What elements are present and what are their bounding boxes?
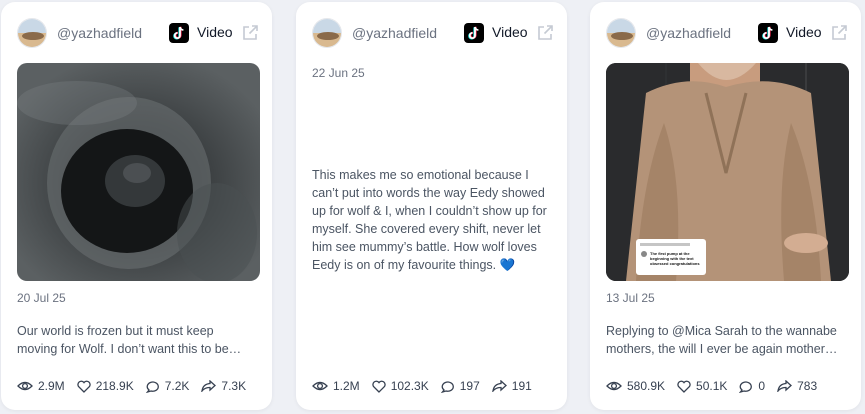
shares-count: 191 — [511, 379, 532, 393]
views-count: 1.2M — [333, 379, 360, 393]
shares-count: 7.3K — [221, 379, 247, 393]
ultrasound-image — [17, 63, 260, 281]
external-link-icon[interactable] — [241, 24, 259, 42]
likes-count: 218.9K — [95, 379, 134, 393]
post-stats: 580.9K 50.1K 0 783 — [606, 379, 829, 393]
shares-count: 783 — [797, 379, 818, 393]
heart-icon — [372, 380, 386, 393]
overlay-comment-text: The first pump at the beginning with the… — [650, 251, 700, 266]
post-date: 22 Jun 25 — [312, 66, 365, 80]
account-handle[interactable]: @yazhadfield — [352, 25, 437, 41]
views-stat: 2.9M — [17, 379, 65, 393]
post-card[interactable]: @yazhadfield Video 22 Jun 25 This makes … — [296, 2, 567, 410]
post-thumbnail[interactable]: The first pump at the beginning with the… — [606, 63, 849, 281]
tiktok-icon — [169, 23, 189, 43]
post-type-label: Video — [492, 24, 528, 40]
eye-icon — [17, 381, 33, 391]
post-caption: Our world is frozen but it must keep mov… — [17, 324, 242, 356]
tiktok-icon — [464, 23, 484, 43]
comments-count: 197 — [459, 379, 480, 393]
avatar[interactable] — [312, 18, 342, 48]
post-date: 20 Jul 25 — [17, 291, 66, 305]
comment-icon — [739, 380, 753, 393]
share-icon — [491, 380, 507, 392]
likes-stat: 102.3K — [372, 379, 429, 393]
comments-stat: 7.2K — [145, 379, 190, 393]
comments-count: 7.2K — [164, 379, 190, 393]
external-link-icon[interactable] — [536, 24, 554, 42]
post-stats: 2.9M 218.9K 7.2K 7.3K — [17, 379, 258, 393]
avatar-image — [313, 19, 341, 47]
comments-stat: 0 — [739, 379, 765, 393]
avatar[interactable] — [606, 18, 636, 48]
share-icon — [777, 380, 793, 392]
post-card[interactable]: @yazhadfield Video 20 Jul 25 Our world i… — [1, 2, 272, 410]
post-thumbnail[interactable] — [17, 63, 260, 281]
share-icon — [201, 380, 217, 392]
shares-stat: 783 — [777, 379, 817, 393]
shares-stat: 7.3K — [201, 379, 246, 393]
comments-stat: 197 — [440, 379, 480, 393]
external-link-icon[interactable] — [830, 24, 848, 42]
views-stat: 580.9K — [606, 379, 665, 393]
heart-icon — [677, 380, 691, 393]
post-caption: Replying to @Mica Sarah to the wannabe m… — [606, 324, 838, 356]
likes-count: 102.3K — [390, 379, 429, 393]
avatar-image — [607, 19, 635, 47]
likes-stat: 50.1K — [677, 379, 727, 393]
comment-icon — [440, 380, 454, 393]
account-handle[interactable]: @yazhadfield — [646, 25, 731, 41]
comments-count: 0 — [758, 379, 766, 393]
post-stats: 1.2M 102.3K 197 191 — [312, 379, 544, 393]
post-type-label: Video — [786, 24, 822, 40]
avatar[interactable] — [17, 18, 47, 48]
post-caption: This makes me so emotional because I can… — [312, 168, 547, 272]
account-handle[interactable]: @yazhadfield — [57, 25, 142, 41]
likes-count: 50.1K — [696, 379, 728, 393]
shares-stat: 191 — [491, 379, 532, 393]
eye-icon — [606, 381, 622, 391]
comment-icon — [145, 380, 159, 393]
post-date: 13 Jul 25 — [606, 291, 655, 305]
views-count: 580.9K — [627, 379, 666, 393]
views-count: 2.9M — [38, 379, 65, 393]
heart-icon — [77, 380, 91, 393]
likes-stat: 218.9K — [77, 379, 134, 393]
eye-icon — [312, 381, 328, 391]
post-type-label: Video — [197, 24, 233, 40]
tiktok-icon — [758, 23, 778, 43]
views-stat: 1.2M — [312, 379, 360, 393]
video-frame-image — [606, 63, 849, 281]
post-card[interactable]: @yazhadfield Video The first pump at the… — [590, 2, 861, 410]
avatar-image — [18, 19, 46, 47]
